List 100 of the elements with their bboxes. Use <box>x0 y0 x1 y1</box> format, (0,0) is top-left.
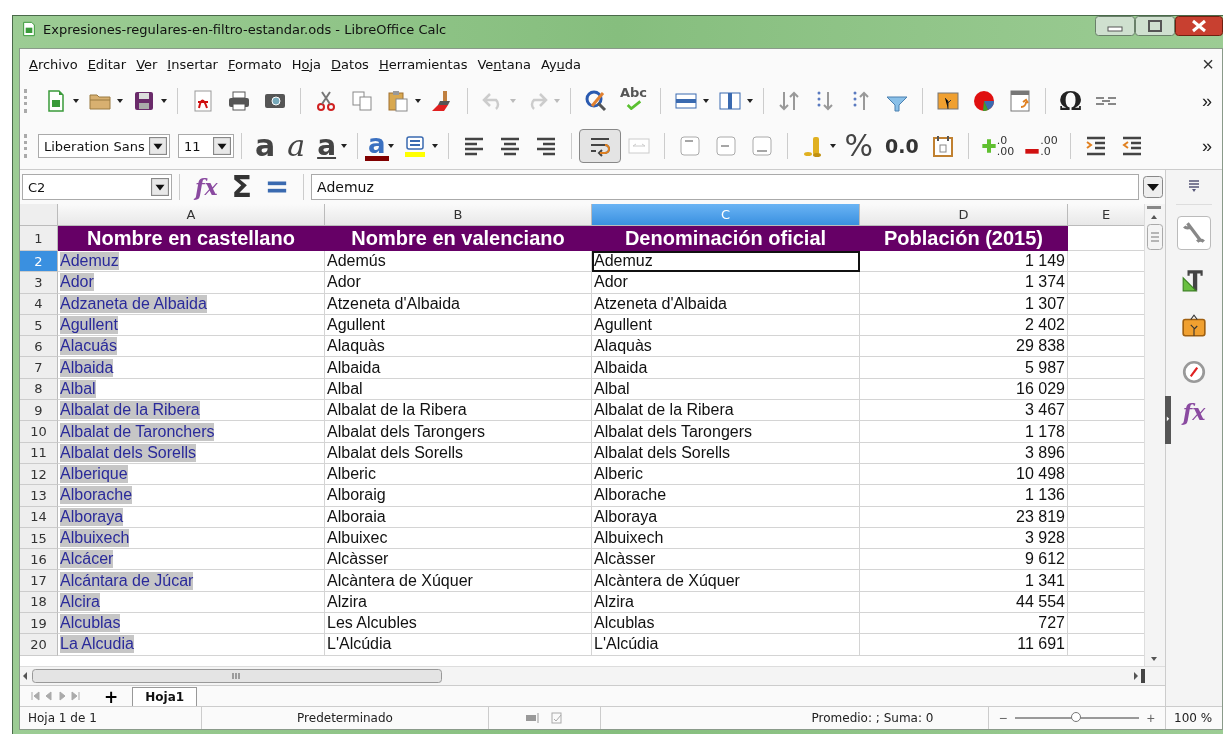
close-button[interactable] <box>1175 16 1223 36</box>
caret-icon[interactable] <box>414 97 422 105</box>
row-header[interactable]: 1 <box>20 226 58 251</box>
row-header[interactable]: 19 <box>20 613 58 635</box>
row-header[interactable]: 12 <box>20 463 58 486</box>
font-color-button[interactable]: a <box>365 131 389 161</box>
special-character-button[interactable]: Ω <box>1059 86 1083 116</box>
function-wizard-button[interactable]: fx <box>187 174 226 200</box>
zoom-out-button[interactable]: − <box>997 710 1010 726</box>
caret-icon[interactable] <box>72 97 80 105</box>
row-header[interactable]: 17 <box>20 570 58 592</box>
scroll-thumb[interactable] <box>32 669 442 683</box>
row-header[interactable]: 20 <box>20 634 58 656</box>
table-cell: 727 <box>860 613 1068 635</box>
row-header[interactable]: 7 <box>20 357 58 379</box>
scroll-thumb[interactable] <box>1147 224 1163 250</box>
magnifier-pencil-icon[interactable] <box>584 89 608 113</box>
italic-button[interactable]: a <box>281 131 312 161</box>
sheet-tab[interactable]: Hoja1 <box>132 687 198 706</box>
menu-item[interactable]: Hoja <box>286 56 327 72</box>
menu-item[interactable]: Datos <box>326 56 374 72</box>
column-header[interactable]: D <box>860 204 1068 226</box>
column-header[interactable]: A <box>58 204 325 226</box>
table-cell: Alberique <box>58 463 325 486</box>
expand-button[interactable] <box>1143 176 1163 198</box>
column-header[interactable]: E <box>1068 204 1144 226</box>
save-icon[interactable] <box>132 89 156 113</box>
caret-icon[interactable] <box>340 142 349 150</box>
row-header[interactable]: 4 <box>20 293 58 315</box>
bold-button[interactable]: a <box>249 131 282 161</box>
pdf-icon[interactable] <box>191 89 215 113</box>
row-header[interactable]: 3 <box>20 272 58 294</box>
table-cell: Agullent <box>58 314 325 337</box>
percent-button[interactable]: % <box>838 131 880 161</box>
row-header[interactable]: 5 <box>20 314 58 337</box>
menu-item[interactable]: Herramientas <box>373 56 473 72</box>
caret-icon[interactable] <box>430 142 439 150</box>
row-header[interactable]: 13 <box>20 485 58 507</box>
caret-icon[interactable] <box>386 142 395 150</box>
delete-decimal-button[interactable]: .00 .0 <box>1024 133 1058 159</box>
row-header[interactable]: 8 <box>20 378 58 401</box>
row-header[interactable]: 10 <box>20 421 58 443</box>
font-name-field[interactable]: Liberation Sans <box>38 134 170 158</box>
row-header[interactable]: 11 <box>20 442 58 464</box>
dropdown-button[interactable] <box>151 178 169 196</box>
menu-item[interactable]: Ventana <box>472 56 536 72</box>
document-modified-icon <box>548 712 565 724</box>
dropdown-button[interactable] <box>213 137 231 155</box>
menu-item[interactable]: Ayuda <box>535 56 587 72</box>
menu-item[interactable]: Editar <box>82 56 132 72</box>
wrap-text-button[interactable] <box>578 129 621 163</box>
menu-item[interactable]: Archivo <box>24 56 83 72</box>
wrench-icon[interactable] <box>1177 216 1211 250</box>
dropdown-button[interactable] <box>149 137 167 155</box>
calendar-icon[interactable] <box>930 134 955 158</box>
font-size-field[interactable]: 11 <box>178 134 234 158</box>
row-header[interactable]: 6 <box>20 336 58 358</box>
caret-icon[interactable] <box>702 97 711 105</box>
table-cell: Alcublas <box>58 613 325 635</box>
spelling-button[interactable]: Abc <box>620 86 648 116</box>
caret-icon[interactable] <box>160 97 168 105</box>
more-button[interactable]: » <box>1196 134 1218 158</box>
number-format-button[interactable]: 0.0 <box>879 135 925 157</box>
functions-button[interactable]: fx <box>1174 399 1214 425</box>
row-header[interactable]: 15 <box>20 527 58 550</box>
table-cell: Agullent <box>592 314 860 337</box>
pivot-table-icon[interactable] <box>1008 89 1033 113</box>
minimize-button[interactable] <box>1095 16 1135 36</box>
more-button[interactable]: » <box>1196 89 1218 113</box>
table-columns-icon[interactable] <box>718 89 743 113</box>
underline-button[interactable]: a <box>311 131 343 161</box>
menu-item[interactable]: Insertar <box>162 56 223 72</box>
row-header[interactable]: 18 <box>20 591 58 614</box>
vertical-scrollbar[interactable] <box>1144 204 1165 666</box>
image-icon[interactable] <box>936 89 961 113</box>
row-header[interactable]: 16 <box>20 549 58 571</box>
scissors-icon[interactable] <box>314 89 338 113</box>
sum-button[interactable]: Σ <box>225 172 259 202</box>
column-header[interactable]: B <box>325 204 592 226</box>
name-box[interactable]: C2 <box>22 174 172 200</box>
row-header[interactable]: 9 <box>20 400 58 422</box>
menu-item[interactable]: Ver <box>131 56 163 72</box>
caret-icon[interactable] <box>746 97 755 105</box>
maximize-button[interactable] <box>1135 16 1175 36</box>
row-header[interactable]: 14 <box>20 506 58 528</box>
sidebar-menu-icon[interactable] <box>1186 178 1202 194</box>
menu-item[interactable]: Formato <box>222 56 287 72</box>
add-sheet-button[interactable]: + <box>100 688 123 706</box>
caret-icon[interactable] <box>828 142 837 150</box>
caret-icon[interactable] <box>116 97 124 105</box>
highlight-icon[interactable] <box>402 134 427 158</box>
printer-icon[interactable] <box>227 89 251 113</box>
split-handle[interactable] <box>1141 669 1145 683</box>
formula-input[interactable]: Ademuz <box>311 174 1139 200</box>
close-document-button[interactable]: × <box>1194 52 1222 76</box>
clipboard-icon[interactable] <box>386 89 410 113</box>
table-cell: Albaida <box>325 357 592 379</box>
zoom-in-button[interactable]: + <box>1144 710 1157 726</box>
add-decimal-button[interactable]: .0 .00 <box>980 135 1015 157</box>
pie-chart-icon[interactable] <box>972 89 997 113</box>
